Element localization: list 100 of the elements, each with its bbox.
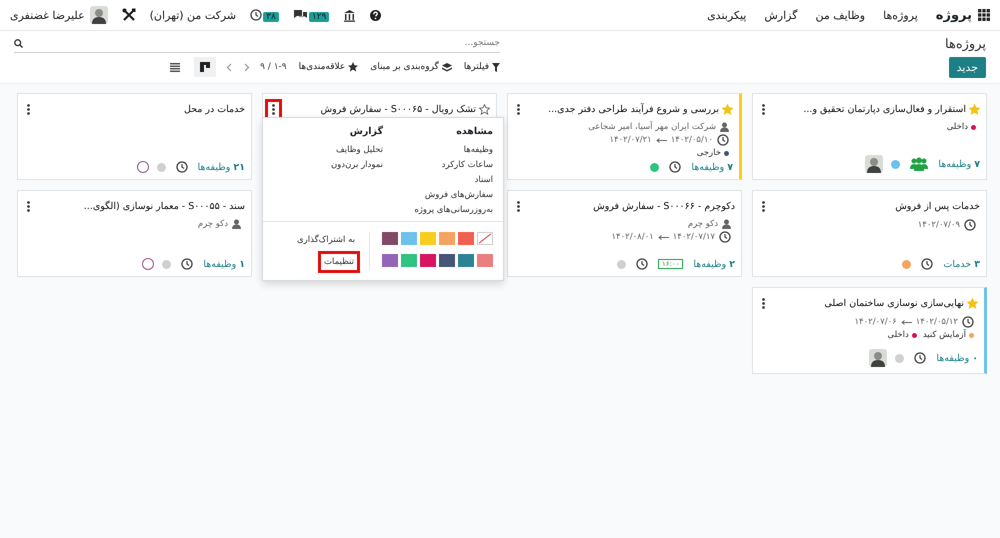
app-title[interactable]: پروژه: [936, 8, 972, 22]
color-swatch[interactable]: [420, 232, 436, 245]
menu-item[interactable]: اسناد: [383, 175, 493, 185]
search-field[interactable]: جستجو...: [23, 35, 500, 51]
person-icon: [232, 219, 241, 229]
project-card[interactable]: استقرار و فعال‌سازی دپارتمان تحقیق و... داخلی ۷ وظیفه‌ها: [752, 93, 987, 180]
activity-clock-icon[interactable]: [914, 352, 926, 364]
activity-clock-icon[interactable]: [669, 161, 682, 173]
project-card[interactable]: سند - S۰۰۰۵۵ - معمار نوسازی (الگوی... دکو چرم ۱ وظیفه‌ها: [17, 190, 252, 277]
menu-item[interactable]: به اشتراک‌گذاری: [295, 234, 357, 246]
more-icon: [517, 201, 520, 212]
status-dot[interactable]: [902, 260, 912, 268]
task-count-link[interactable]: ۳ خدمات: [943, 258, 980, 270]
more-icon: [27, 201, 30, 212]
menu-item[interactable]: به‌روزرسانی‌های پروژه: [383, 205, 493, 215]
kanban-view-button[interactable]: [194, 57, 216, 77]
chat-icon[interactable]: [292, 9, 308, 21]
more-icon: [762, 201, 765, 212]
menu-item[interactable]: تنظیمات: [321, 254, 357, 270]
user-name[interactable]: علیرضا غضنفری: [10, 8, 85, 22]
tag-label: خارجی: [696, 148, 721, 158]
activity-clock-icon[interactable]: [921, 258, 934, 270]
activity-icon[interactable]: [250, 9, 262, 21]
card-title: نهایی‌سازی نوسازی ساختمان اصلی: [824, 298, 964, 309]
menu-item[interactable]: گزارش: [764, 8, 798, 22]
status-dot[interactable]: [156, 162, 166, 172]
building-icon[interactable]: [343, 8, 356, 22]
more-icon: [517, 104, 520, 115]
task-count-link[interactable]: ۷ وظیفه‌ها: [938, 158, 980, 170]
more-icon: [272, 104, 275, 115]
arrow-icon: [656, 138, 667, 142]
search-icon: [14, 38, 23, 48]
task-count-link[interactable]: ۲۱ وظیفه‌ها: [198, 162, 245, 172]
color-swatch[interactable]: [382, 254, 398, 266]
message-count-badge: ۱۲۹: [308, 12, 330, 22]
favorite-star-icon[interactable]: [479, 104, 490, 115]
apps-menu-icon[interactable]: [978, 9, 990, 21]
end-date: ۱۴۰۲/۰۷/۲۱: [609, 135, 652, 145]
project-card[interactable]: بررسی و شروع فرآیند طراحی دفتر جدی... شرکت ایران مهر آسیا، امیر شجاعی ۱۴۰۲/۰۵/۱۰ ۱۴۰۲/۰۷/۲۱ خارجی ۷ وظیفه‌ها: [507, 93, 742, 180]
color-swatch[interactable]: [458, 254, 474, 266]
status-dot[interactable]: [891, 160, 900, 168]
color-swatch[interactable]: [458, 232, 474, 245]
filter-button[interactable]: فیلترها: [464, 60, 500, 74]
clock-icon: [962, 316, 974, 328]
new-button[interactable]: جدید: [948, 57, 986, 78]
menu-item[interactable]: وظایف من: [815, 8, 866, 22]
end-date: ۱۴۰۲/۰۸/۰۱: [611, 232, 654, 242]
project-card[interactable]: خدمات در محل ۲۱ وظیفه‌ها: [17, 93, 252, 180]
tools-icon[interactable]: [122, 8, 136, 22]
task-count-link[interactable]: ۰ وظیفه‌ها: [936, 352, 978, 364]
clock-icon: [964, 219, 976, 231]
pager: ۱-۹ / ۹: [260, 62, 287, 72]
status-dot[interactable]: [162, 260, 172, 268]
start-date: ۱۴۰۲/۰۵/۱۲: [916, 317, 958, 327]
card-title: بررسی و شروع فرآیند طراحی دفتر جدی...: [548, 104, 719, 115]
activity-clock-icon[interactable]: [636, 258, 648, 270]
status-dot[interactable]: [616, 260, 626, 268]
project-card[interactable]: خدمات پس از فروش ۱۴۰۲/۰۷/۰۹ ۳ خدمات: [752, 190, 987, 277]
start-date: ۱۴۰۲/۰۷/۱۷: [672, 232, 715, 242]
task-count-link[interactable]: ۲ وظیفه‌ها: [693, 258, 735, 270]
color-swatch[interactable]: [382, 232, 398, 245]
people-icon[interactable]: [910, 157, 928, 171]
person-icon: [720, 122, 729, 132]
star-icon: [348, 62, 358, 72]
card-title: خدمات در محل: [184, 104, 245, 115]
menu-item[interactable]: پروژه‌ها: [883, 8, 918, 22]
task-count-link[interactable]: ۱ وظیفه‌ها: [203, 258, 245, 270]
status-dot[interactable]: [895, 354, 904, 362]
kanban-icon: [200, 62, 210, 72]
favorite-star-icon[interactable]: [722, 104, 733, 115]
start-date: ۱۴۰۲/۰۷/۰۹: [918, 220, 960, 230]
activity-clock-icon[interactable]: [176, 161, 188, 173]
person-icon: [722, 219, 731, 229]
color-swatch[interactable]: [401, 254, 417, 266]
menu-item[interactable]: پیکربندی: [707, 8, 746, 22]
color-swatch[interactable]: [420, 254, 436, 266]
task-count-link[interactable]: ۷ وظیفه‌ها: [691, 162, 733, 172]
color-swatch[interactable]: [477, 254, 493, 266]
card-title: سند - S۰۰۰۵۵ - معمار نوسازی (الگوی...: [84, 201, 245, 212]
no-color-swatch[interactable]: [477, 232, 493, 245]
filter-button[interactable]: گروه‌بندی بر مبنای: [370, 60, 452, 74]
project-card[interactable]: نهایی‌سازی نوسازی ساختمان اصلی ۱۴۰۲/۰۵/۱۲ ۱۴۰۲/۰۷/۰۶ آزمایش کنید داخلی ۰ وظیفه‌ها: [752, 287, 987, 374]
menu-item[interactable]: نمودار برن‌دون: [273, 160, 383, 170]
previous-button[interactable]: [224, 62, 234, 72]
filter-button[interactable]: علاقه‌مندی‌ها: [298, 60, 358, 74]
menu-item[interactable]: ساعات کارکرد: [383, 160, 493, 170]
status-dot[interactable]: [650, 162, 660, 172]
color-swatch[interactable]: [439, 254, 455, 266]
customer-name: دکو چرم: [688, 219, 718, 229]
favorite-star-icon[interactable]: [969, 104, 980, 115]
menu-item[interactable]: تحلیل وظایف: [273, 145, 383, 155]
help-icon[interactable]: [370, 10, 382, 20]
menu-item[interactable]: وظیفه‌ها: [383, 145, 493, 155]
activity-clock-icon[interactable]: [181, 258, 194, 270]
color-swatch[interactable]: [401, 232, 417, 245]
favorite-star-icon[interactable]: [967, 298, 978, 309]
color-swatch[interactable]: [439, 232, 455, 245]
company-switcher[interactable]: شرکت من (تهران): [150, 8, 236, 22]
card-title: استقرار و فعال‌سازی دپارتمان تحقیق و...: [803, 104, 966, 115]
menu-item[interactable]: سفارش‌های فروش: [383, 190, 493, 200]
